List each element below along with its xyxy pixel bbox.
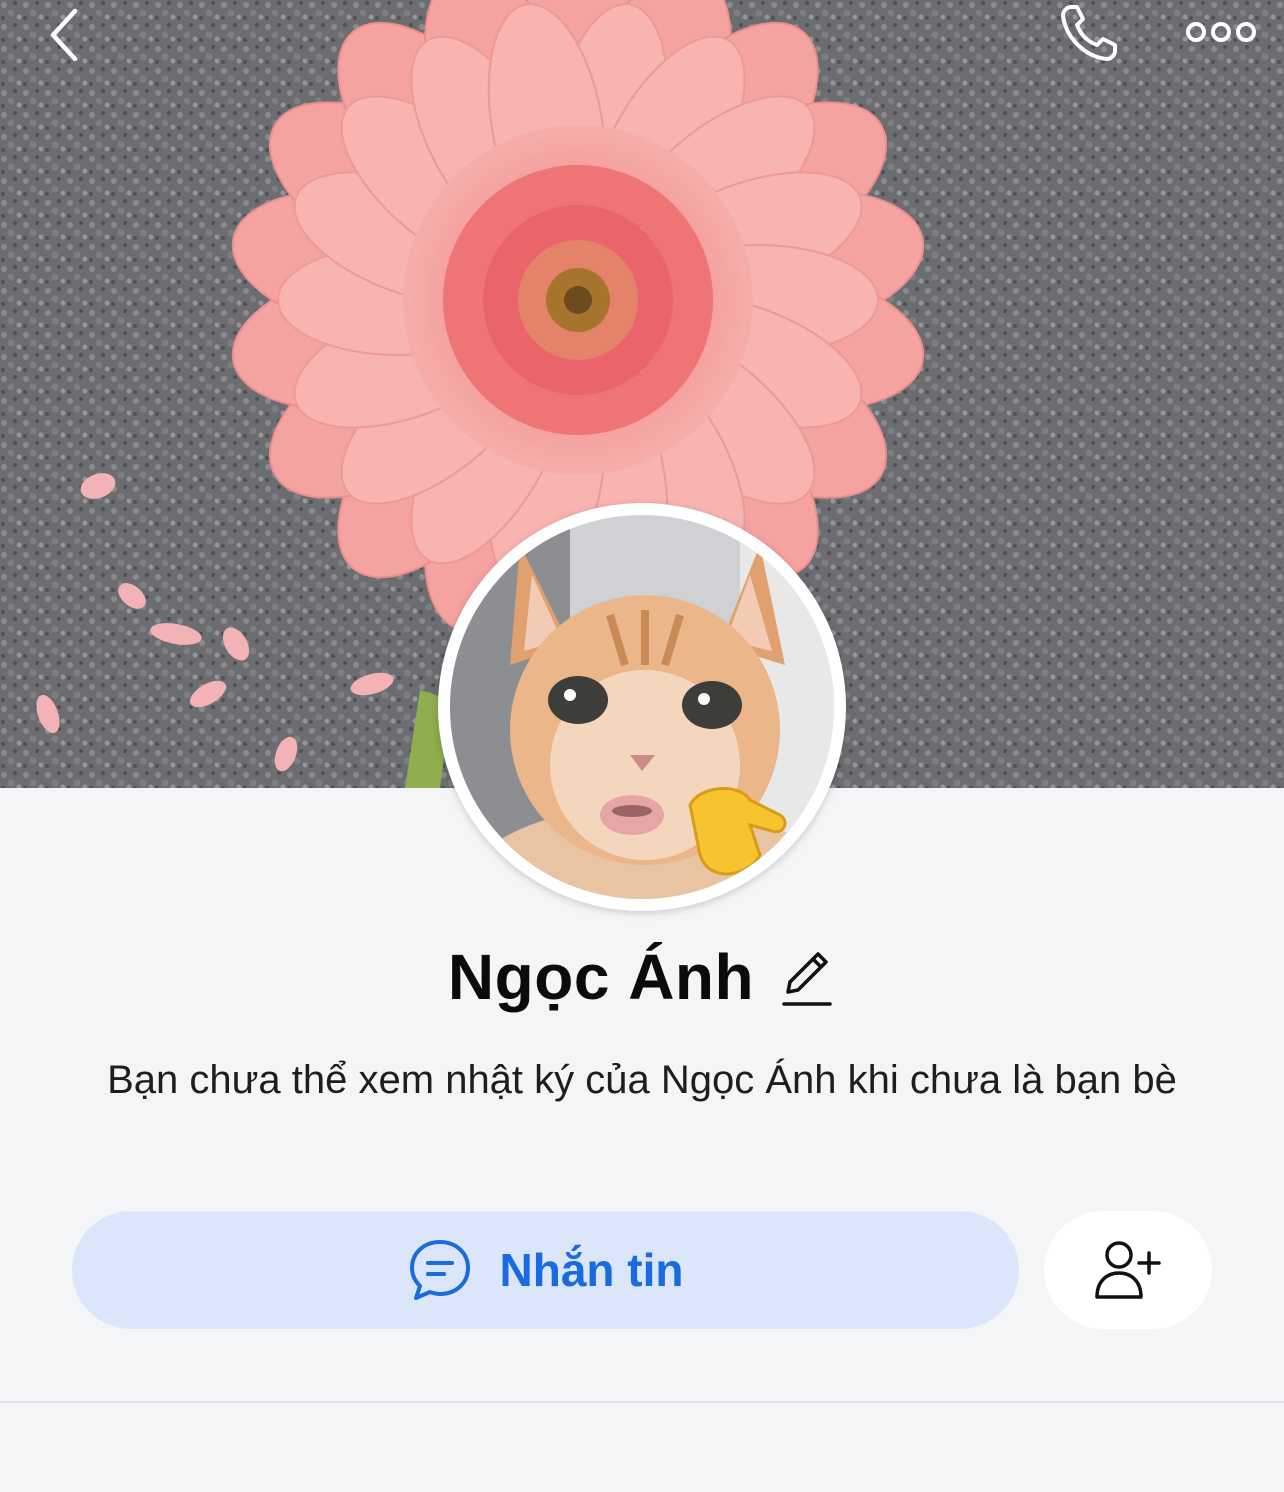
friendship-notice: Bạn chưa thể xem nhật ký của Ngọc Ánh kh… bbox=[107, 1058, 1177, 1102]
more-dots-icon bbox=[1186, 22, 1256, 42]
call-button[interactable] bbox=[1050, 0, 1128, 66]
message-button[interactable]: Nhắn tin bbox=[72, 1211, 1019, 1329]
chevron-left-icon bbox=[50, 8, 78, 61]
add-user-icon bbox=[1095, 1241, 1161, 1299]
add-friend-button[interactable] bbox=[1044, 1211, 1212, 1329]
chat-bubble-icon bbox=[409, 1240, 470, 1300]
profile-avatar[interactable] bbox=[438, 503, 846, 911]
profile-name: Ngọc Ánh bbox=[447, 941, 755, 1013]
avatar-cat-image bbox=[450, 515, 834, 899]
message-button-label: Nhắn tin bbox=[499, 1244, 684, 1296]
pencil-icon bbox=[782, 952, 832, 1006]
edit-name-button[interactable] bbox=[780, 945, 836, 1009]
profile-page: Ngọc Ánh Bạn chưa thể xem nhật ký của Ng… bbox=[0, 0, 1284, 1492]
phone-icon bbox=[1061, 5, 1117, 61]
name-row: Ngọc Ánh bbox=[0, 935, 1284, 1019]
more-options-button[interactable] bbox=[1176, 6, 1266, 58]
back-button[interactable] bbox=[30, 0, 100, 66]
section-divider bbox=[0, 1401, 1284, 1403]
